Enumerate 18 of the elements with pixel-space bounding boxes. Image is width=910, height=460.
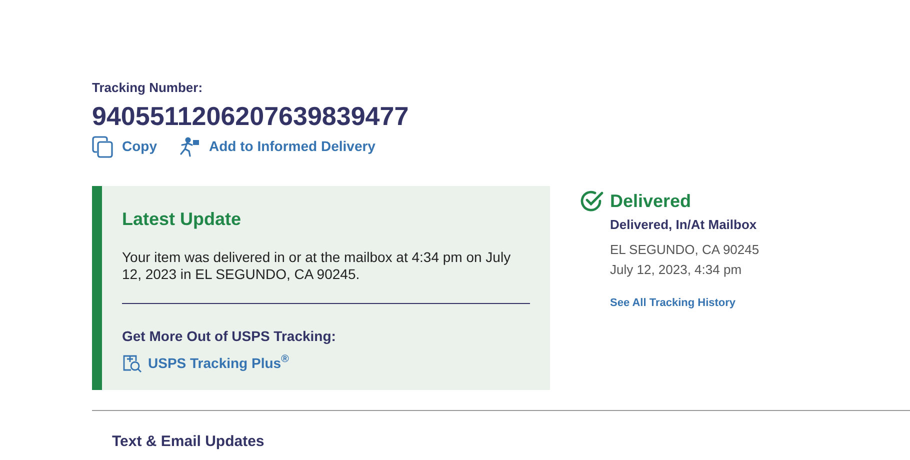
tracking-plus-link[interactable]: USPS Tracking Plus$^{®}$ xyxy=(122,352,530,374)
update-message: Your item was delivered in or at the mailbox at 4:34 pm on July 12, 2023 in EL SEGUNDO, CA 90245. xyxy=(122,248,512,282)
copy-link[interactable]: Copy xyxy=(92,136,157,158)
informed-delivery-link[interactable]: Add to Informed Delivery xyxy=(179,136,376,157)
more-tracking-heading: Get More Out of USPS Tracking: xyxy=(122,326,337,346)
tracking-number: 9405511206207639839477 xyxy=(92,100,410,132)
section-title: Text & Email Updates xyxy=(112,432,266,452)
package-search-icon xyxy=(122,353,142,373)
tracking-label: Tracking Number: xyxy=(92,79,204,97)
status-title: Delivered xyxy=(610,190,692,212)
status-detail: Delivered, In/At Mailbox xyxy=(610,216,758,234)
status-location: EL SEGUNDO, CA 90245 xyxy=(610,241,760,259)
running-person-icon xyxy=(179,136,201,156)
copy-icon xyxy=(92,136,114,158)
check-circle-icon xyxy=(580,189,604,213)
status-time: July 12, 2023, 4:34 pm xyxy=(610,260,743,279)
tracking-history-link[interactable]: See All Tracking History xyxy=(610,295,760,312)
latest-update-title: Latest Update xyxy=(122,208,242,231)
